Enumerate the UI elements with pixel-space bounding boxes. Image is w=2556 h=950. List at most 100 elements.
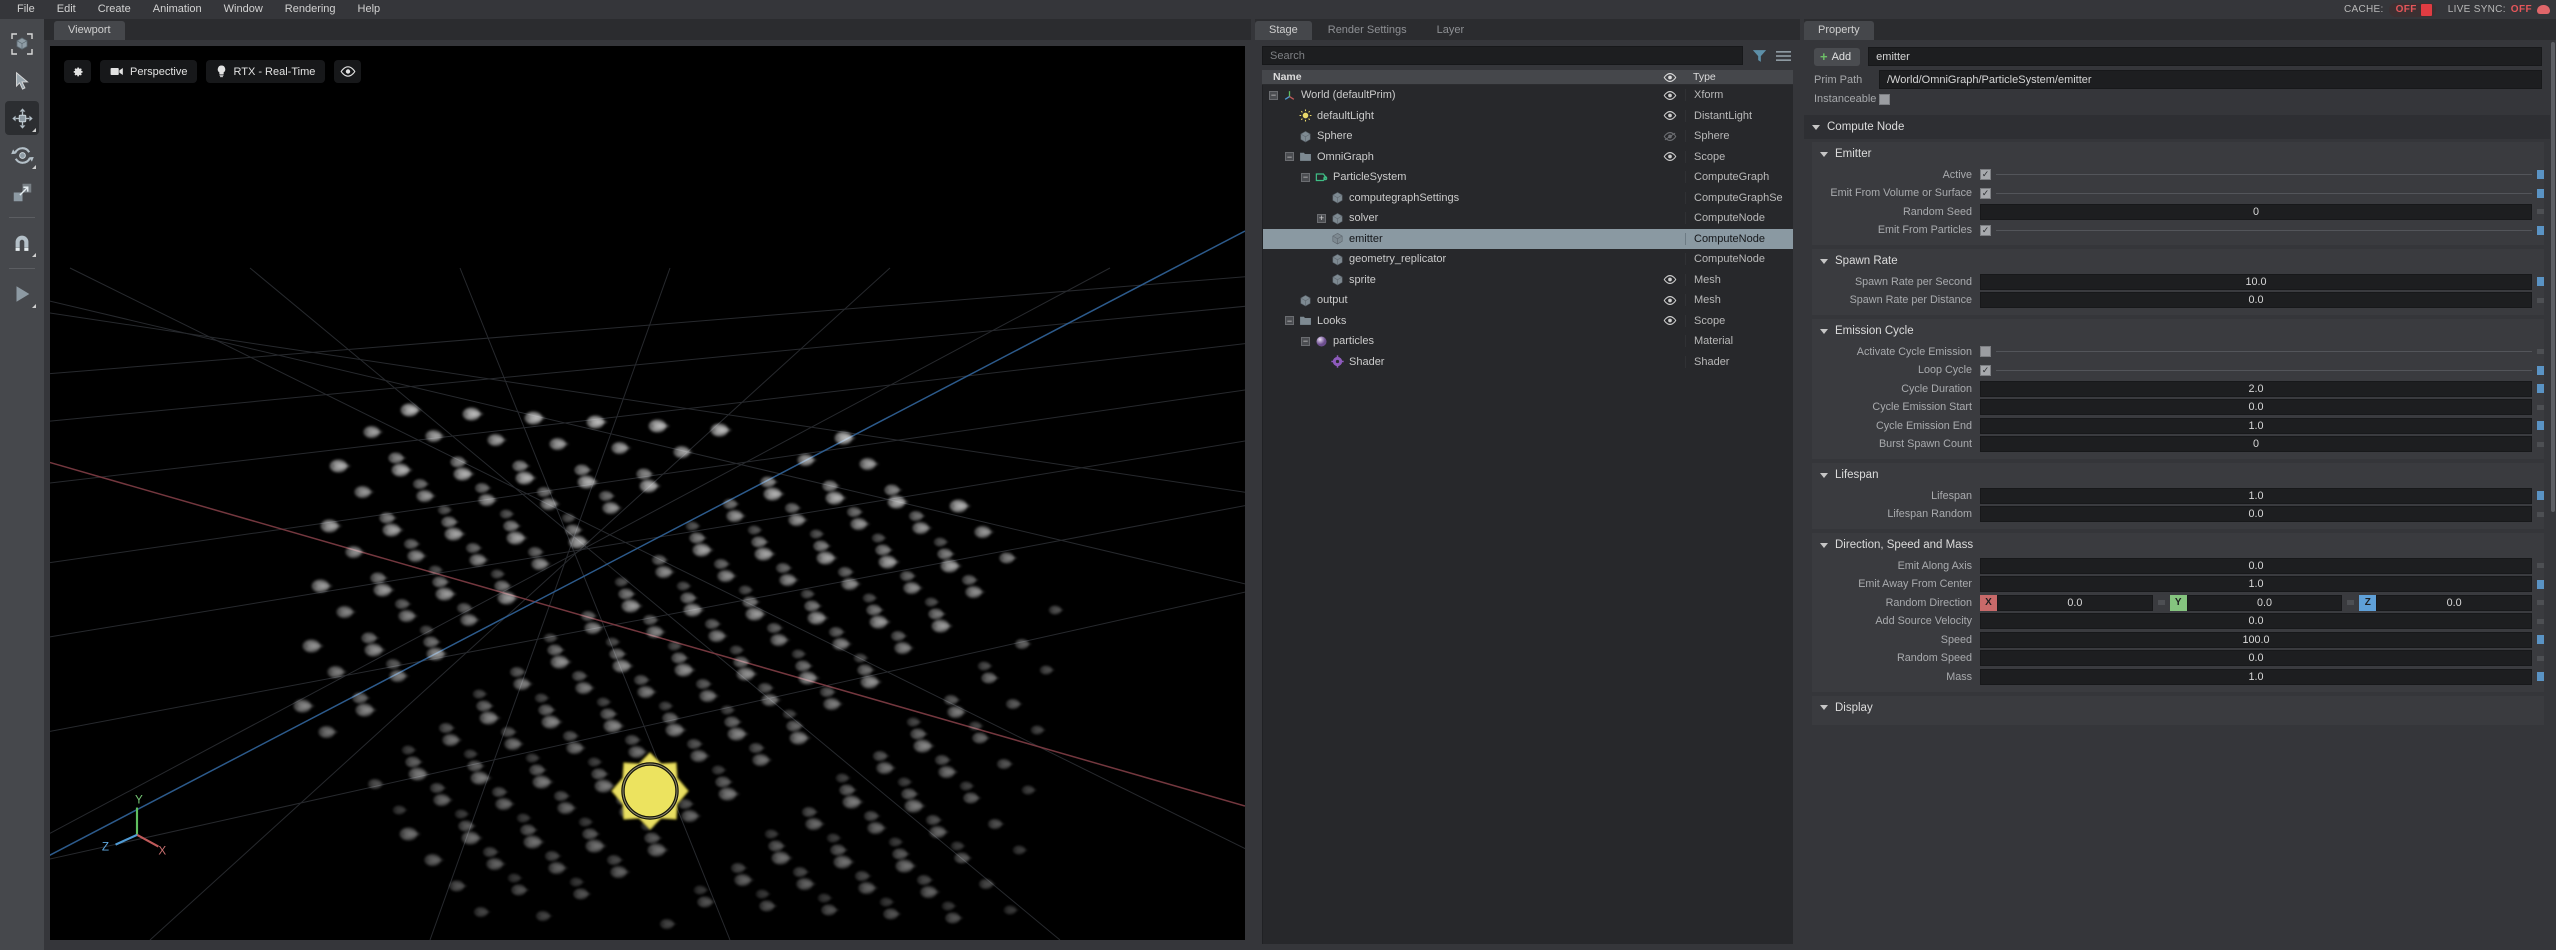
viewport-visibility-button[interactable] <box>334 60 362 83</box>
menu-help[interactable]: Help <box>347 0 392 19</box>
property-connection-dot[interactable] <box>2157 600 2165 605</box>
search-input[interactable] <box>1262 46 1743 65</box>
property-connection-dot[interactable] <box>2537 563 2544 568</box>
column-header-name[interactable]: Name <box>1262 71 1654 83</box>
property-connection-dot[interactable] <box>2537 635 2544 644</box>
tree-row-name[interactable]: output <box>1263 294 1654 307</box>
viewport-3d-canvas[interactable]: Perspective RTX - Real-Time Y X Z <box>50 46 1245 940</box>
tree-row-name[interactable]: geometry_replicator <box>1263 253 1654 266</box>
property-connection-dot[interactable] <box>2537 655 2544 661</box>
tree-row-visibility-toggle[interactable] <box>1654 275 1685 285</box>
property-value-field[interactable]: 1.0 <box>1980 668 2532 685</box>
viewport-settings-button[interactable] <box>64 60 91 83</box>
tree-row-name[interactable]: − OmniGraph <box>1263 150 1654 163</box>
eye-icon[interactable] <box>1663 90 1677 100</box>
tree-row-name[interactable]: + solver <box>1263 212 1654 225</box>
table-row[interactable]: Sphere Sphere <box>1263 126 1793 147</box>
property-checkbox[interactable]: ✓ <box>1980 364 1991 376</box>
property-value-field[interactable]: 0 <box>1980 436 2532 452</box>
tab-render-settings[interactable]: Render Settings <box>1313 21 1421 40</box>
property-connection-dot[interactable] <box>2537 277 2544 286</box>
table-row[interactable]: Shader Shader <box>1263 352 1793 373</box>
tree-row-name[interactable]: − Looks <box>1263 314 1654 327</box>
prim-name-field[interactable]: emitter <box>1868 47 2542 66</box>
tree-expander-minus[interactable]: − <box>1285 316 1294 326</box>
scale-tool[interactable] <box>5 175 39 209</box>
tree-row-name[interactable]: − ParticleSystem <box>1263 171 1654 184</box>
menu-create[interactable]: Create <box>87 0 142 19</box>
tree-row-name[interactable]: Shader <box>1263 355 1654 368</box>
tree-row-visibility-toggle[interactable] <box>1654 131 1685 141</box>
pointer-tool[interactable] <box>5 64 39 98</box>
tree-row-name[interactable]: − particles <box>1263 335 1654 348</box>
table-row[interactable]: sprite Mesh <box>1263 270 1793 291</box>
eye-icon[interactable] <box>1663 131 1677 141</box>
property-value-field[interactable]: 1.0 <box>1980 576 2532 592</box>
camera-selector-button[interactable]: Perspective <box>100 60 198 83</box>
vector-value-y[interactable]: 0.0 <box>2186 594 2343 611</box>
property-value-field[interactable]: 0.0 <box>1980 557 2532 574</box>
property-checkbox[interactable]: ✓ <box>1980 187 1991 199</box>
eye-icon[interactable] <box>1663 152 1677 162</box>
table-row[interactable]: − World (defaultPrim) Xform <box>1263 85 1793 106</box>
tree-row-name[interactable]: defaultLight <box>1263 109 1654 122</box>
axis-orientation-gizmo[interactable]: Y X Z <box>98 790 176 868</box>
renderer-selector-button[interactable]: RTX - Real-Time <box>206 60 326 83</box>
eye-icon[interactable] <box>1663 316 1677 326</box>
property-checkbox[interactable]: ✓ <box>1980 224 1991 236</box>
cache-status[interactable]: CACHE: OFF <box>2344 2 2436 17</box>
property-value-field[interactable]: 0.0 <box>1980 506 2532 522</box>
property-value-field[interactable]: 2.0 <box>1980 380 2532 397</box>
property-connection-dot[interactable] <box>2537 421 2544 430</box>
tab-property[interactable]: Property <box>1804 21 1874 40</box>
group-header[interactable]: Display <box>1812 696 2544 720</box>
property-connection-dot[interactable] <box>2537 491 2544 500</box>
group-header[interactable]: Emitter <box>1812 142 2544 166</box>
tree-row-name[interactable]: computegraphSettings <box>1263 191 1654 204</box>
table-row[interactable]: − particles Material <box>1263 331 1793 352</box>
property-value-field[interactable]: 0 <box>1980 203 2532 220</box>
instanceable-checkbox[interactable] <box>1879 93 1890 105</box>
table-row[interactable]: − ParticleSystem ComputeGraph <box>1263 167 1793 188</box>
tab-layer[interactable]: Layer <box>1422 21 1479 40</box>
property-body[interactable]: + Add emitter Prim Path /World/OmniGraph… <box>1804 40 2556 950</box>
tab-stage[interactable]: Stage <box>1255 21 1312 40</box>
rotate-tool[interactable] <box>5 138 39 172</box>
compute-node-header[interactable]: Compute Node <box>1804 115 2550 139</box>
table-row[interactable]: − OmniGraph Scope <box>1263 147 1793 168</box>
group-header[interactable]: Direction, Speed and Mass <box>1812 533 2544 557</box>
vector-value-x[interactable]: 0.0 <box>1997 594 2153 611</box>
table-row[interactable]: geometry_replicator ComputeNode <box>1263 249 1793 270</box>
property-connection-dot[interactable] <box>2537 209 2544 214</box>
property-checkbox[interactable] <box>1980 346 1991 357</box>
tree-row-name[interactable]: sprite <box>1263 273 1654 286</box>
tree-row-name[interactable]: emitter <box>1263 232 1654 245</box>
property-value-field[interactable]: 1.0 <box>1980 487 2532 504</box>
table-row[interactable]: output Mesh <box>1263 290 1793 311</box>
vector-value-z[interactable]: 0.0 <box>2376 594 2533 611</box>
tree-expander-minus[interactable]: − <box>1301 172 1310 182</box>
menu-edit[interactable]: Edit <box>46 0 87 19</box>
property-connection-dot[interactable] <box>2537 618 2544 624</box>
stage-tree[interactable]: − World (defaultPrim) Xform defaultLight… <box>1262 85 1793 944</box>
property-connection-dot[interactable] <box>2537 297 2544 303</box>
move-tool[interactable] <box>5 101 39 135</box>
filter-funnel-icon[interactable] <box>1752 49 1767 63</box>
select-bounds-tool[interactable] <box>5 27 39 61</box>
eye-icon[interactable] <box>1663 275 1677 285</box>
property-connection-dot[interactable] <box>2537 579 2544 589</box>
tree-row-name[interactable]: − World (defaultPrim) <box>1263 89 1654 102</box>
eye-icon[interactable] <box>1663 295 1677 305</box>
menu-animation[interactable]: Animation <box>142 0 213 19</box>
property-connection-dot[interactable] <box>2537 404 2544 410</box>
property-connection-dot[interactable] <box>2537 170 2544 179</box>
table-row[interactable]: defaultLight DistantLight <box>1263 106 1793 127</box>
table-row[interactable]: computegraphSettings ComputeGraphSe <box>1263 188 1793 209</box>
play-tool[interactable] <box>5 277 39 311</box>
eye-icon[interactable] <box>1663 111 1677 121</box>
tree-row-name[interactable]: Sphere <box>1263 130 1654 143</box>
tree-row-visibility-toggle[interactable] <box>1654 111 1685 121</box>
property-value-field[interactable]: 10.0 <box>1980 273 2532 290</box>
tree-row-visibility-toggle[interactable] <box>1654 295 1685 305</box>
table-row[interactable]: emitter ComputeNode <box>1263 228 1793 249</box>
